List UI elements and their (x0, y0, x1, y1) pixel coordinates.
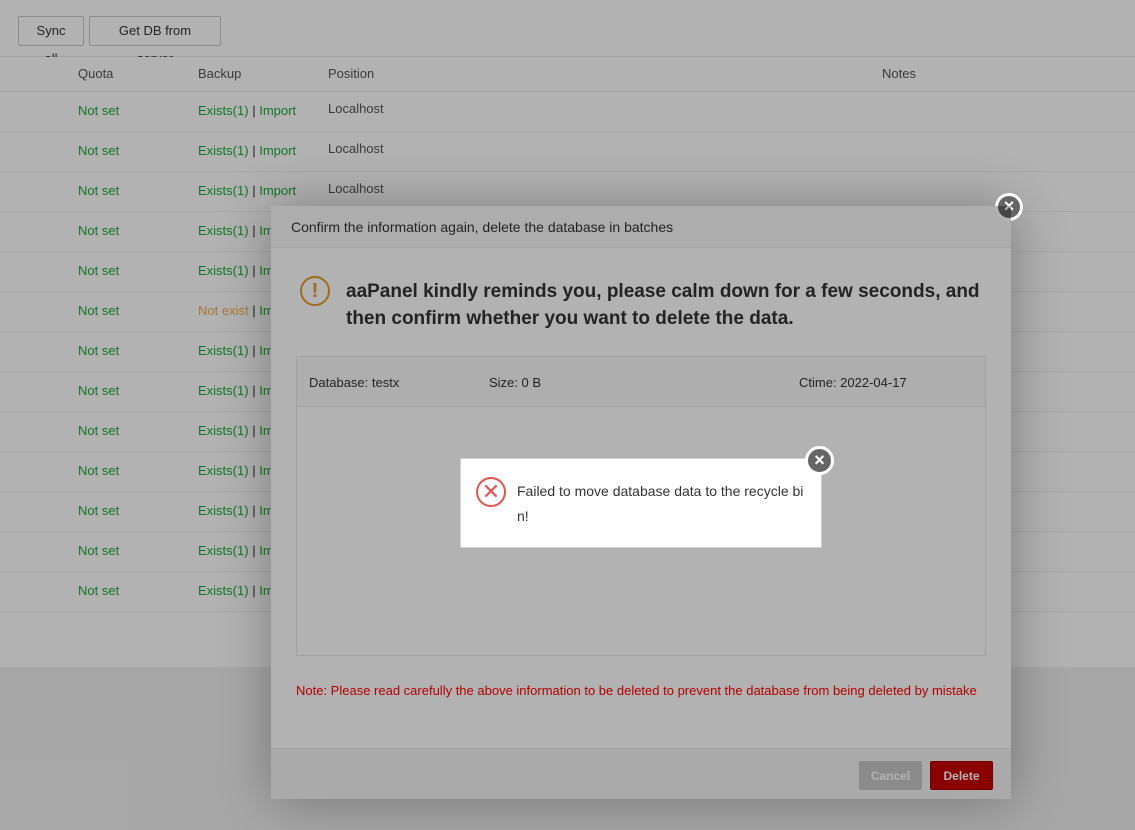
error-icon: ✕ (476, 477, 506, 507)
error-message: Failed to move database data to the recy… (517, 483, 804, 524)
toast-close-icon[interactable]: × (805, 446, 834, 475)
error-toast: ✕ Failed to move database data to the re… (460, 458, 822, 548)
